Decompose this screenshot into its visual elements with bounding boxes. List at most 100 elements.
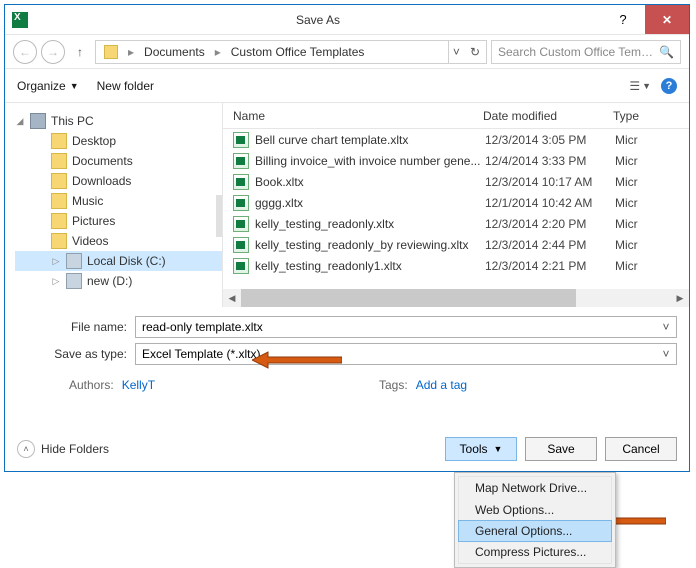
authors-label: Authors: <box>69 378 114 392</box>
folder-icon <box>51 193 67 209</box>
hide-folders-button[interactable]: ˄ Hide Folders <box>17 440 109 458</box>
tree-this-pc[interactable]: ◢ This PC <box>15 111 222 131</box>
drive-icon <box>66 273 82 289</box>
chevron-down-icon[interactable]: ˅ <box>658 346 674 362</box>
save-form: File name: read-only template.xltx ˅ Sav… <box>5 307 689 374</box>
search-input[interactable]: Search Custom Office Templ... 🔍 <box>491 40 681 64</box>
expand-icon[interactable]: ▷ <box>51 276 61 287</box>
scroll-thumb[interactable] <box>241 289 576 307</box>
back-button[interactable]: ← <box>13 40 37 64</box>
save-as-type-dropdown[interactable]: Excel Template (*.xltx) ˅ <box>135 343 677 365</box>
excel-file-icon <box>233 174 249 190</box>
authors-value[interactable]: KellyT <box>122 378 155 392</box>
file-type: Micr <box>615 259 689 273</box>
tree-new-d[interactable]: ▷new (D:) <box>15 271 222 291</box>
new-folder-button[interactable]: New folder <box>97 79 154 93</box>
file-name: Billing invoice_with invoice number gene… <box>255 154 485 168</box>
file-row[interactable]: Book.xltx12/3/2014 10:17 AMMicr <box>223 171 689 192</box>
arrow-up-icon: ↑ <box>77 45 83 59</box>
col-date[interactable]: Date modified <box>483 109 613 123</box>
help-icon[interactable]: ? <box>661 78 677 94</box>
file-row[interactable]: Billing invoice_with invoice number gene… <box>223 150 689 171</box>
chevron-right-icon: ▸ <box>213 45 223 59</box>
file-row[interactable]: Bell curve chart template.xltx12/3/2014 … <box>223 129 689 150</box>
horizontal-scrollbar[interactable]: ◀ ▶ <box>223 289 689 307</box>
file-type: Micr <box>615 238 689 252</box>
breadcrumb-custom-templates[interactable]: Custom Office Templates <box>225 41 371 63</box>
folder-chip-icon <box>98 41 124 63</box>
file-type: Micr <box>615 217 689 231</box>
tree-pictures[interactable]: Pictures <box>15 211 222 231</box>
scroll-track[interactable] <box>241 289 671 307</box>
excel-file-icon <box>233 258 249 274</box>
filename-input[interactable]: read-only template.xltx ˅ <box>135 316 677 338</box>
expand-icon[interactable]: ▷ <box>51 256 61 267</box>
arrow-left-icon: ← <box>19 45 31 59</box>
excel-icon <box>12 12 28 28</box>
tree-music[interactable]: Music <box>15 191 222 211</box>
menu-general-options[interactable]: General Options... <box>458 520 612 542</box>
file-row[interactable]: gggg.xltx12/1/2014 10:42 AMMicr <box>223 192 689 213</box>
close-button[interactable]: ✕ <box>645 5 689 34</box>
excel-file-icon <box>233 195 249 211</box>
file-row[interactable]: kelly_testing_readonly_by reviewing.xltx… <box>223 234 689 255</box>
file-rows[interactable]: Bell curve chart template.xltx12/3/2014 … <box>223 129 689 289</box>
menu-compress-pictures[interactable]: Compress Pictures... <box>459 541 611 563</box>
tools-menu: Map Network Drive... Web Options... Gene… <box>454 472 616 568</box>
chevron-down-icon[interactable]: ˅ <box>658 319 674 335</box>
tags-value[interactable]: Add a tag <box>416 378 467 392</box>
file-name: kelly_testing_readonly1.xltx <box>255 259 485 273</box>
up-button[interactable]: ↑ <box>69 41 91 63</box>
excel-file-icon <box>233 153 249 169</box>
file-type: Micr <box>615 133 689 147</box>
arrow-right-icon: → <box>47 45 59 59</box>
close-icon: ✕ <box>662 13 672 27</box>
file-date: 12/3/2014 2:21 PM <box>485 259 615 273</box>
tools-button[interactable]: Tools ▼ <box>445 437 517 461</box>
tree-splitter[interactable] <box>216 195 222 237</box>
col-name[interactable]: Name <box>233 109 483 123</box>
tree-videos[interactable]: Videos <box>15 231 222 251</box>
menu-web-options[interactable]: Web Options... <box>459 499 611 521</box>
expand-icon[interactable]: ◢ <box>15 116 25 127</box>
refresh-button[interactable]: ↻ <box>466 45 484 59</box>
folder-tree[interactable]: ◢ This PC Desktop Documents Downloads Mu… <box>5 103 223 307</box>
cancel-button[interactable]: Cancel <box>605 437 677 461</box>
file-date: 12/3/2014 10:17 AM <box>485 175 615 189</box>
organize-button[interactable]: Organize ▼ <box>17 79 79 93</box>
command-bar: Organize ▼ New folder ☰ ▼ ? <box>5 69 689 103</box>
view-button[interactable]: ☰ ▼ <box>629 79 651 93</box>
column-headers: Name Date modified Type <box>223 103 689 129</box>
scroll-right-button[interactable]: ▶ <box>671 289 689 307</box>
chevron-down-icon: ▼ <box>494 444 503 454</box>
tree-documents[interactable]: Documents <box>15 151 222 171</box>
filename-label: File name: <box>45 320 135 334</box>
app-icon-area <box>5 5 35 34</box>
menu-map-network-drive[interactable]: Map Network Drive... <box>459 477 611 499</box>
tree-local-disk-c[interactable]: ▷Local Disk (C:) <box>15 251 222 271</box>
file-list-pane: Name Date modified Type Bell curve chart… <box>223 103 689 307</box>
dialog-footer: ˄ Hide Folders Tools ▼ Save Cancel <box>17 435 677 463</box>
file-row[interactable]: kelly_testing_readonly1.xltx12/3/2014 2:… <box>223 255 689 276</box>
scroll-left-button[interactable]: ◀ <box>223 289 241 307</box>
view-icon: ☰ <box>629 79 640 93</box>
save-as-type-label: Save as type: <box>45 347 135 361</box>
excel-file-icon <box>233 237 249 253</box>
col-type[interactable]: Type <box>613 109 689 123</box>
file-date: 12/1/2014 10:42 AM <box>485 196 615 210</box>
help-button[interactable]: ? <box>601 5 645 34</box>
tree-desktop[interactable]: Desktop <box>15 131 222 151</box>
save-button[interactable]: Save <box>525 437 597 461</box>
dialog-title: Save As <box>35 5 601 34</box>
forward-button[interactable]: → <box>41 40 65 64</box>
file-row[interactable]: kelly_testing_readonly.xltx12/3/2014 2:2… <box>223 213 689 234</box>
file-date: 12/3/2014 2:20 PM <box>485 217 615 231</box>
address-bar[interactable]: ▸ Documents ▸ Custom Office Templates ˅ … <box>95 40 487 64</box>
file-date: 12/3/2014 2:44 PM <box>485 238 615 252</box>
tree-downloads[interactable]: Downloads <box>15 171 222 191</box>
folder-icon <box>51 213 67 229</box>
breadcrumb-documents[interactable]: Documents <box>138 41 211 63</box>
address-history-dropdown[interactable]: ˅ <box>448 41 464 63</box>
tags-label: Tags: <box>379 378 408 392</box>
file-name: Book.xltx <box>255 175 485 189</box>
